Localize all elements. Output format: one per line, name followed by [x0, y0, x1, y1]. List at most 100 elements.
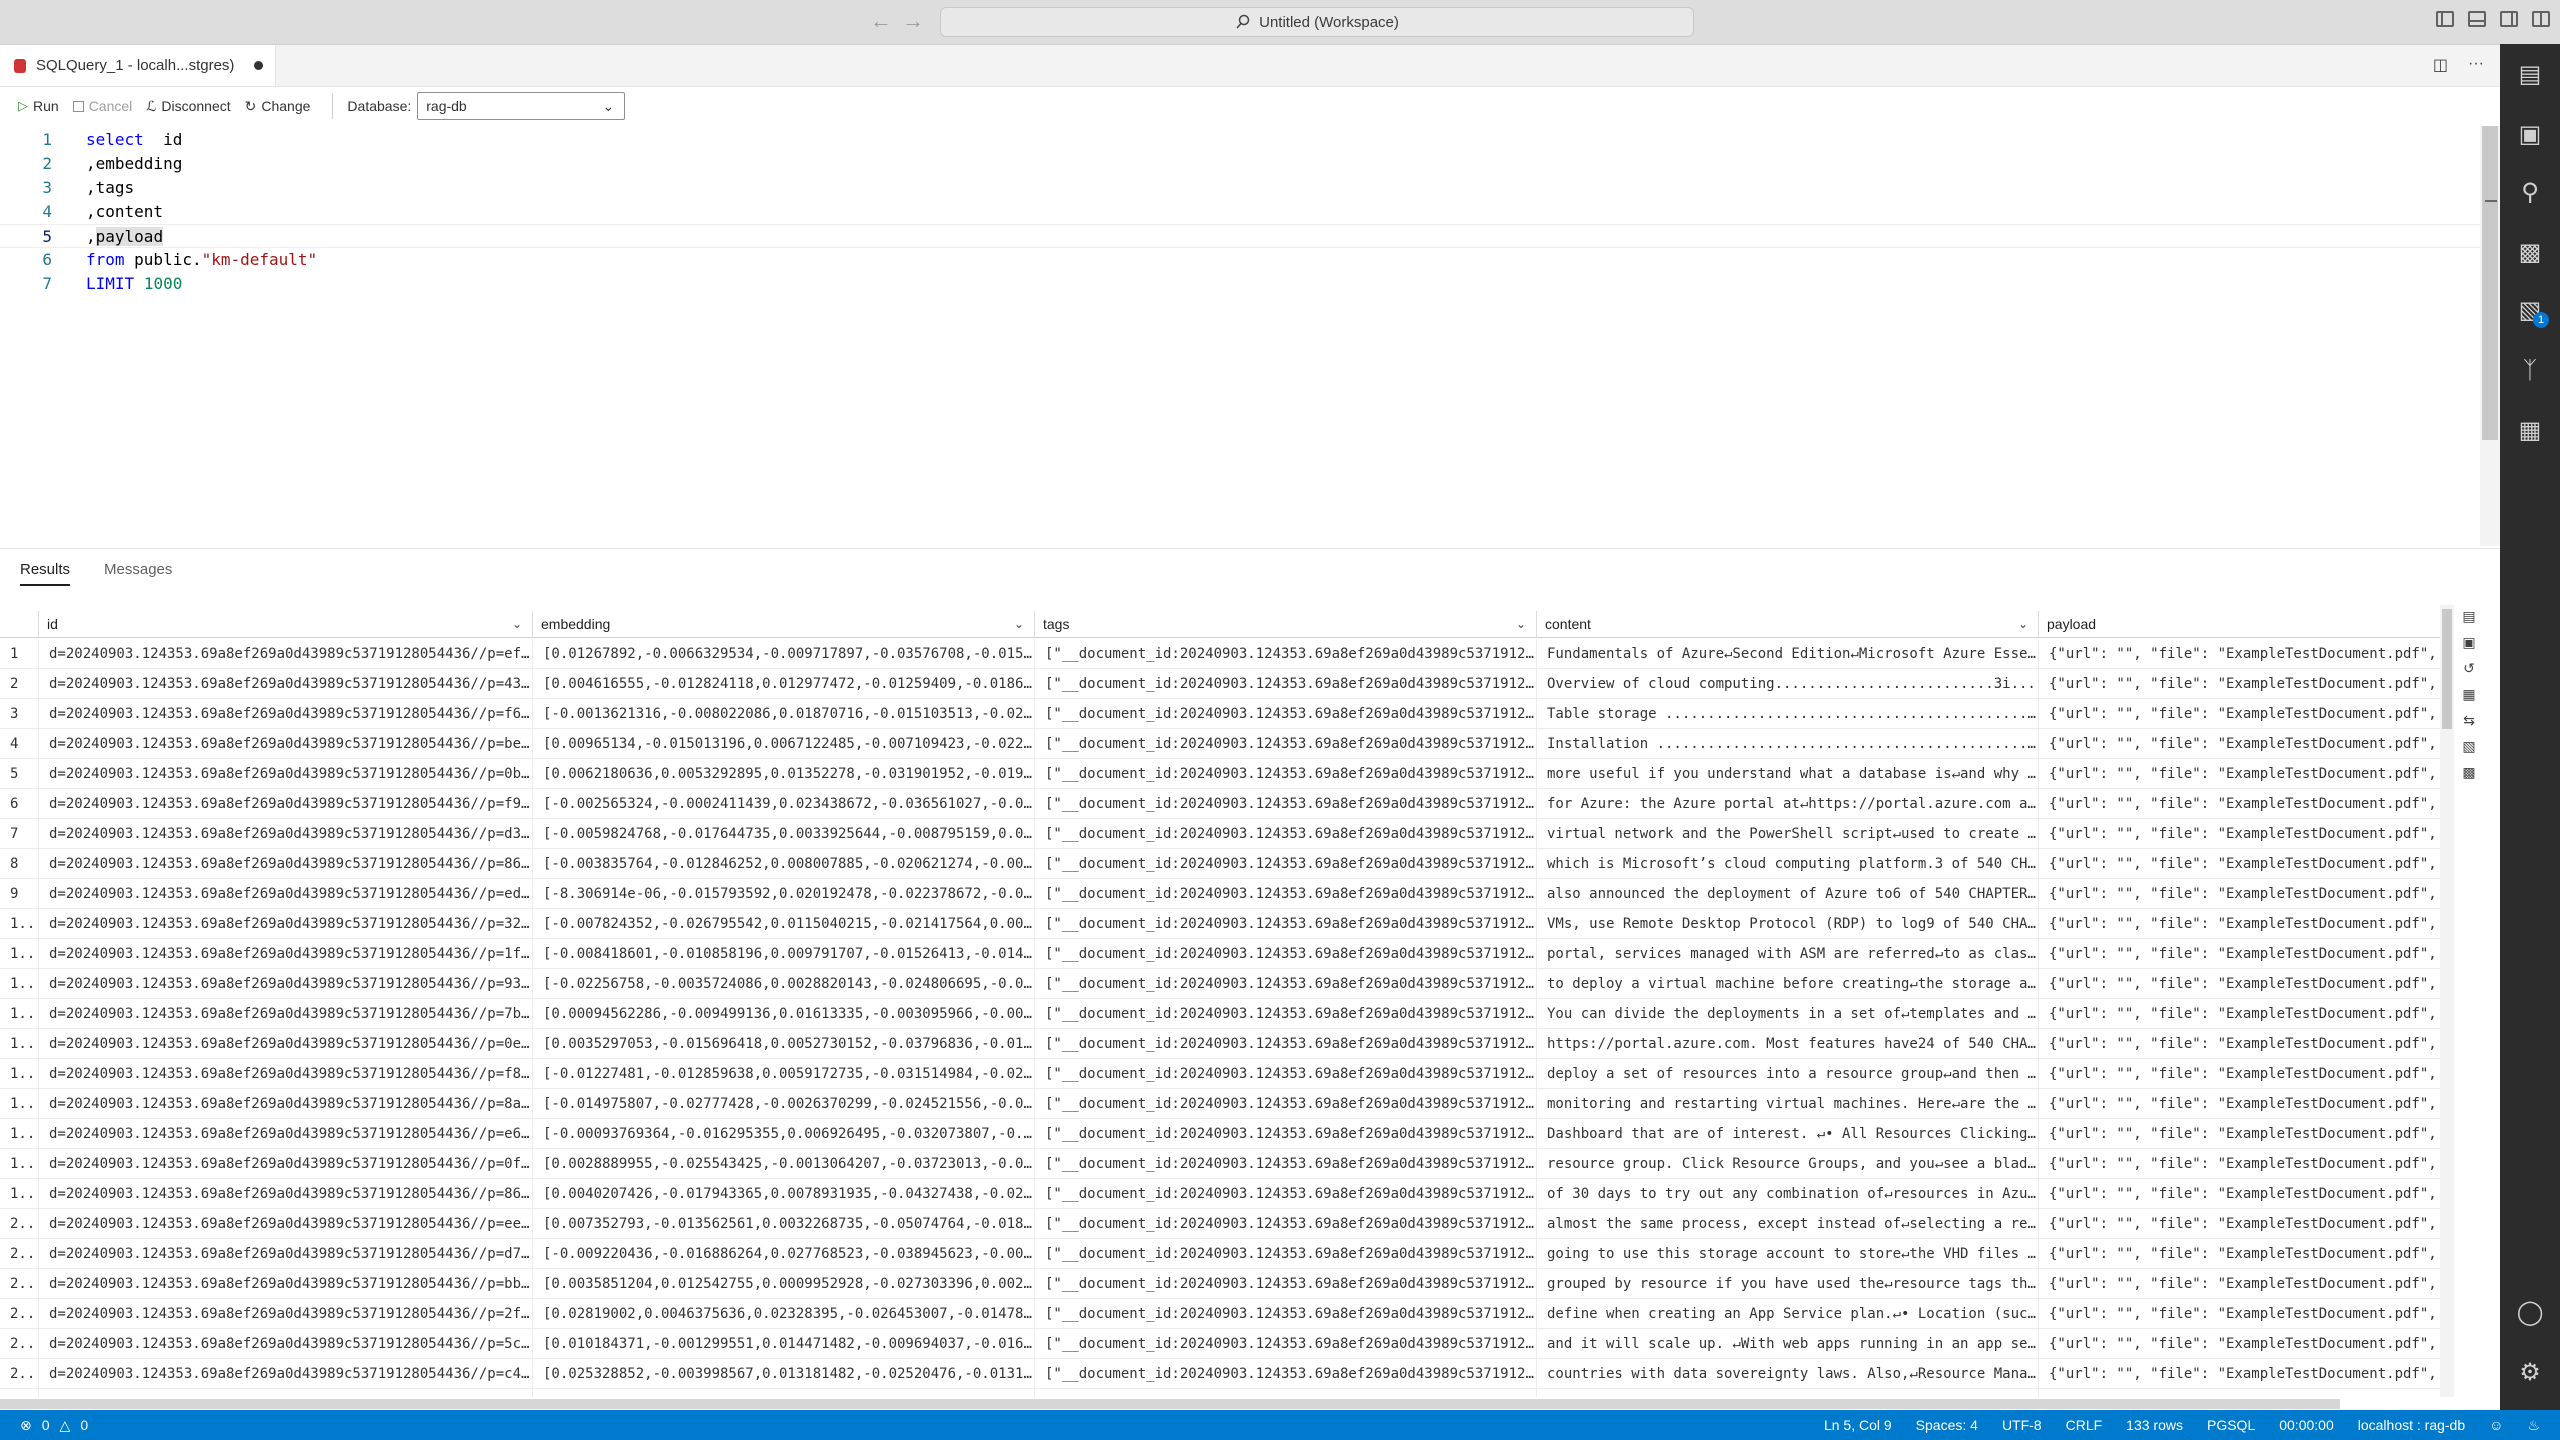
cell-id[interactable]: d=20240903.124353.69a8ef269a0d43989c5371… [38, 969, 532, 999]
cell-content[interactable]: going to use this storage account to sto… [1536, 1239, 2038, 1269]
row-number[interactable]: 1... [0, 1089, 38, 1119]
save-as-csv-icon[interactable]: ▤ [2460, 607, 2478, 625]
cell-tags[interactable]: ["__document_id:20240903.124353.69a8ef26… [1034, 999, 1536, 1029]
row-number[interactable]: 2... [0, 1269, 38, 1299]
cell-id[interactable]: d=20240903.124353.69a8ef269a0d43989c5371… [38, 1299, 532, 1329]
table-row[interactable]: 5 d=20240903.124353.69a8ef269a0d43989c537… [0, 759, 2440, 789]
cell-embedding[interactable]: [-0.002565324,-0.0002411439,0.023438672,… [532, 789, 1034, 819]
cell-id[interactable]: d=20240903.124353.69a8ef269a0d43989c5371… [38, 1119, 532, 1149]
split-editor-icon[interactable]: ◫ [2433, 55, 2448, 75]
row-number[interactable]: 1... [0, 1029, 38, 1059]
encoding[interactable]: UTF-8 [2002, 1410, 2042, 1440]
grid-horizontal-scrollbar[interactable] [0, 1399, 2340, 1409]
cell-payload[interactable]: {"url": "", "file": "ExampleTestDocument… [2038, 879, 2440, 909]
row-number[interactable]: 7 [0, 819, 38, 849]
cell-content[interactable]: You can divide the deployments in a set … [1536, 999, 2038, 1029]
table-row[interactable]: 1...d=20240903.124353.69a8ef269a0d43989c… [0, 939, 2440, 969]
search-icon[interactable]: ⚲ [2515, 178, 2545, 208]
cell-id[interactable]: d=20240903.124353.69a8ef269a0d43989c5371… [38, 789, 532, 819]
cell-tags[interactable]: ["__document_id:20240903.124353.69a8ef26… [1034, 699, 1536, 729]
table-row[interactable]: 2...d=20240903.124353.69a8ef269a0d43989c… [0, 1269, 2440, 1299]
connection-status[interactable]: localhost : rag-db [2358, 1410, 2465, 1440]
cell-embedding[interactable]: [-8.306914e-06,-0.015793592,0.020192478,… [532, 879, 1034, 909]
cell-id[interactable]: d=20240903.124353.69a8ef269a0d43989c5371… [38, 1239, 532, 1269]
cell-content[interactable]: of 30 days to try out any combination of… [1536, 1179, 2038, 1209]
table-row[interactable]: 2...d=20240903.124353.69a8ef269a0d43989c… [0, 1359, 2440, 1389]
cell-content[interactable]: for Azure: the Azure portal at↵https://p… [1536, 789, 2038, 819]
cell-embedding[interactable]: [-0.003835764,-0.012846252,0.008007885,-… [532, 849, 1034, 879]
table-row[interactable]: 2...d=20240903.124353.69a8ef269a0d43989c… [0, 1329, 2440, 1359]
cell-content[interactable]: monitoring and restarting virtual machin… [1536, 1089, 2038, 1119]
cell-id[interactable]: d=20240903.124353.69a8ef269a0d43989c5371… [38, 1179, 532, 1209]
cell-id[interactable]: d=20240903.124353.69a8ef269a0d43989c5371… [38, 939, 532, 969]
row-number[interactable]: 1... [0, 1149, 38, 1179]
table-row[interactable]: 1...d=20240903.124353.69a8ef269a0d43989c… [0, 1059, 2440, 1089]
cell-content[interactable]: Dashboard that are of interest. ↵• All R… [1536, 1119, 2038, 1149]
row-number[interactable]: 2 [0, 669, 38, 699]
cell-content[interactable]: also announced the deployment of Azure t… [1536, 879, 2038, 909]
cell-id[interactable]: d=20240903.124353.69a8ef269a0d43989c5371… [38, 879, 532, 909]
cell-payload[interactable]: {"url": "", "file": "ExampleTestDocument… [2038, 1239, 2440, 1269]
cell-embedding[interactable]: [-0.02256758,-0.0035724086,0.0028820143,… [532, 969, 1034, 999]
cell-tags[interactable]: ["__document_id:20240903.124353.69a8ef26… [1034, 1119, 1536, 1149]
cell-payload[interactable]: {"url": "", "file": "ExampleTestDocument… [2038, 939, 2440, 969]
cell-tags[interactable]: ["__document_id:20240903.124353.69a8ef26… [1034, 879, 1536, 909]
row-number[interactable]: 3 [0, 699, 38, 729]
status-problems[interactable]: ⊗ 0 △ 0 [20, 1410, 88, 1440]
bell-icon[interactable]: ♨ [2527, 1410, 2540, 1440]
cell-tags[interactable]: ["__document_id:20240903.124353.69a8ef26… [1034, 969, 1536, 999]
cell-payload[interactable]: {"url": "", "file": "ExampleTestDocument… [2038, 1029, 2440, 1059]
cell-id[interactable]: d=20240903.124353.69a8ef269a0d43989c5371… [38, 1149, 532, 1179]
cell-tags[interactable]: ["__document_id:20240903.124353.69a8ef26… [1034, 1359, 1536, 1389]
cell-tags[interactable]: ["__document_id:20240903.124353.69a8ef26… [1034, 1149, 1536, 1179]
cell-tags[interactable]: ["__document_id:20240903.124353.69a8ef26… [1034, 1029, 1536, 1059]
row-number[interactable]: 1... [0, 999, 38, 1029]
cell-content[interactable]: countries with data sovereignty laws. Al… [1536, 1359, 2038, 1389]
table-row[interactable]: 7 d=20240903.124353.69a8ef269a0d43989c537… [0, 819, 2440, 849]
row-number[interactable]: 2... [0, 1239, 38, 1269]
cell-payload[interactable]: {"url": "", "file": "ExampleTestDocument… [2038, 669, 2440, 699]
row-number[interactable]: 1... [0, 909, 38, 939]
cell-embedding[interactable]: [-0.00093769364,-0.016295355,0.006926495… [532, 1119, 1034, 1149]
table-row[interactable]: 2...d=20240903.124353.69a8ef269a0d43989c… [0, 1389, 2440, 1397]
cell-embedding[interactable]: [0.02819002,0.0046375636,0.02328395,-0.0… [532, 1299, 1034, 1329]
save-as-excel-icon[interactable]: ↺ [2460, 659, 2478, 677]
row-number[interactable]: 2... [0, 1329, 38, 1359]
table-row[interactable]: 1...d=20240903.124353.69a8ef269a0d43989c… [0, 909, 2440, 939]
cell-embedding[interactable]: [0.010184371,-0.001299551,0.014471482,-0… [532, 1329, 1034, 1359]
cursor-position[interactable]: Ln 5, Col 9 [1824, 1410, 1892, 1440]
chevron-down-icon[interactable]: ⌄ [2018, 611, 2028, 637]
cell-content[interactable]: VMs, use Remote Desktop Protocol (RDP) t… [1536, 909, 2038, 939]
cell-content[interactable]: which is Microsoft’s cloud computing pla… [1536, 849, 2038, 879]
tab-results[interactable]: Results [20, 561, 71, 586]
explorer-icon[interactable]: ▧ 1 [2515, 296, 2549, 328]
cell-payload[interactable]: {"url": "", "file": "ExampleTestDocument… [2038, 1119, 2440, 1149]
save-as-xml-icon[interactable]: ▦ [2460, 685, 2478, 703]
table-row[interactable]: 2 d=20240903.124353.69a8ef269a0d43989c537… [0, 669, 2440, 699]
cell-content[interactable]: deploy a set of resources into a resourc… [1536, 1059, 2038, 1089]
row-number[interactable]: 9 [0, 879, 38, 909]
cell-embedding[interactable]: [0.01267892,-0.0066329534,-0.009717897,-… [532, 639, 1034, 669]
cell-payload[interactable]: {"url": "", "file": "ExampleTestDocument… [2038, 1329, 2440, 1359]
cell-content[interactable]: Options for creating Web Apps↵There are … [1536, 1389, 2038, 1397]
source-control-icon[interactable]: ᛉ [2515, 356, 2545, 386]
cell-tags[interactable]: ["__document_id:20240903.124353.69a8ef26… [1034, 1389, 1536, 1397]
editor-scrollbar-thumb[interactable] [2482, 126, 2498, 440]
column-header-embedding[interactable]: embedding ⌄ [532, 611, 1034, 637]
cell-content[interactable]: more useful if you understand what a dat… [1536, 759, 2038, 789]
cell-id[interactable]: d=20240903.124353.69a8ef269a0d43989c5371… [38, 909, 532, 939]
table-row[interactable]: 1 d=20240903.124353.69a8ef269a0d43989c537… [0, 639, 2440, 669]
cell-id[interactable]: d=20240903.124353.69a8ef269a0d43989c5371… [38, 1389, 532, 1397]
table-row[interactable]: 1...d=20240903.124353.69a8ef269a0d43989c… [0, 1089, 2440, 1119]
table-row[interactable]: 1...d=20240903.124353.69a8ef269a0d43989c… [0, 999, 2440, 1029]
row-number[interactable]: 6 [0, 789, 38, 819]
cell-embedding[interactable]: [-0.014975807,-0.02777428,-0.0026370299,… [532, 1089, 1034, 1119]
cell-embedding[interactable]: [0.0062180636,0.0053292895,0.01352278,-0… [532, 759, 1034, 789]
results-grid[interactable]: id ⌄ embedding ⌄ tags ⌄ content ⌄ payload 1d… [0, 597, 2440, 1397]
toggle-secondary-sidebar-icon[interactable] [2500, 11, 2518, 27]
cell-tags[interactable]: ["__document_id:20240903.124353.69a8ef26… [1034, 1299, 1536, 1329]
cell-id[interactable]: d=20240903.124353.69a8ef269a0d43989c5371… [38, 819, 532, 849]
cell-embedding[interactable]: [-0.008418601,-0.010858196,0.009791707,-… [532, 939, 1034, 969]
column-header-tags[interactable]: tags ⌄ [1034, 611, 1536, 637]
cell-tags[interactable]: ["__document_id:20240903.124353.69a8ef26… [1034, 759, 1536, 789]
